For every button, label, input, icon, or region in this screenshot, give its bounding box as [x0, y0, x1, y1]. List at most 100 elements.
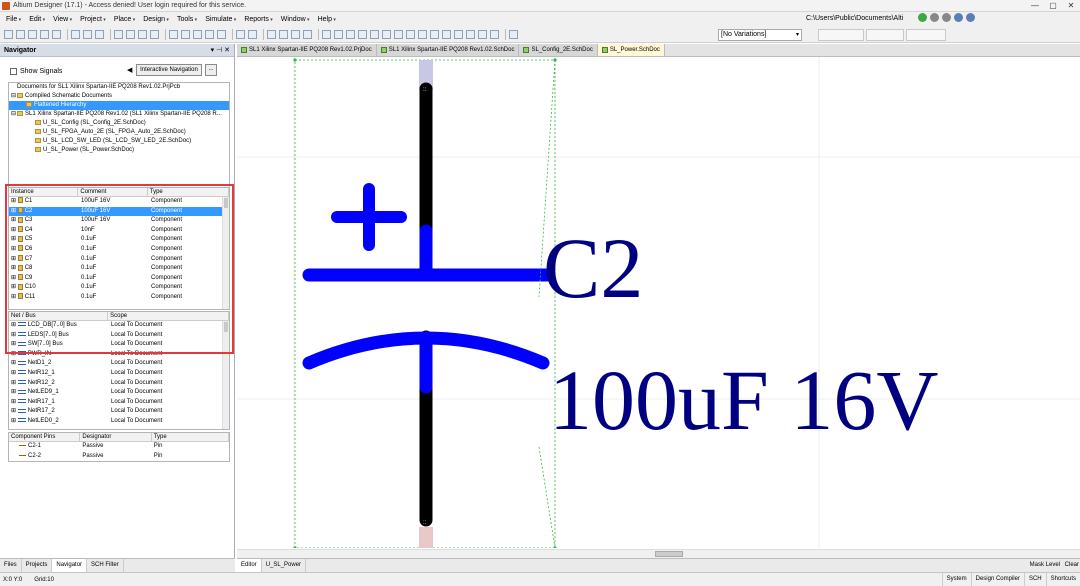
schematic-drawing[interactable]: :: :: C2 100uF 16V: [237, 57, 1080, 548]
status-design-compiler[interactable]: Design Compiler: [970, 573, 1024, 586]
net-scrollbar[interactable]: [222, 321, 229, 429]
table-row[interactable]: ⊞ NetR12_1 Local To Document: [9, 369, 229, 379]
deselect-icon[interactable]: [205, 30, 214, 39]
harness-entry-icon[interactable]: [466, 30, 475, 39]
port-icon[interactable]: [478, 30, 487, 39]
col-component-pins[interactable]: Component Pins: [9, 433, 81, 441]
home-icon[interactable]: [954, 13, 963, 22]
document-path[interactable]: C:\Users\Public\Documents\Alti: [806, 13, 916, 25]
forward-icon[interactable]: [942, 13, 951, 22]
move-icon[interactable]: [181, 30, 190, 39]
gnd-port-icon[interactable]: [382, 30, 391, 39]
new-icon[interactable]: [4, 30, 13, 39]
expand-icon[interactable]: ⊞: [11, 408, 16, 414]
clear-filter-icon[interactable]: [217, 30, 226, 39]
zoom-area-icon[interactable]: [83, 30, 92, 39]
tree-item[interactable]: Flattened Hierarchy: [9, 101, 229, 110]
table-row[interactable]: ⊞ C6 0.1uF Component: [9, 245, 229, 255]
expand-icon[interactable]: ⊞: [11, 284, 16, 290]
expand-icon[interactable]: ⊞: [11, 418, 16, 424]
tab-power-schematic[interactable]: SL_Power.SchDoc: [597, 44, 665, 56]
tree-item[interactable]: ⊟ Compiled Schematic Documents: [9, 92, 229, 101]
selection-handle[interactable]: [293, 58, 297, 62]
bus-entry-icon[interactable]: [358, 30, 367, 39]
status-system[interactable]: System: [941, 573, 971, 586]
menu-simulate[interactable]: Simulate: [205, 16, 236, 23]
expand-icon[interactable]: ⊞: [11, 389, 16, 395]
tab-pcb-project[interactable]: SL1 Xilinx Spartan-IIE PQ208 Rev1.02.Prj…: [237, 44, 377, 56]
tab-config-schematic[interactable]: SL_Config_2E.SchDoc: [519, 44, 598, 56]
table-row[interactable]: ⊞ C1 100uF 16V Component: [9, 197, 229, 207]
tree-item[interactable]: U_SL_LCD_SW_LED (SL_LCD_SW_LED_2E.SchDoc…: [9, 137, 229, 146]
expand-icon[interactable]: ⊞: [11, 275, 16, 281]
table-row[interactable]: C2-2 Passive Pin: [9, 452, 229, 461]
open-icon[interactable]: [16, 30, 25, 39]
tab-navigator[interactable]: Navigator: [52, 559, 88, 572]
table-row[interactable]: ⊞ NetR17_1 Local To Document: [9, 398, 229, 408]
browse-library-icon[interactable]: [291, 30, 300, 39]
table-row[interactable]: ⊞ LEDS[7..0] Bus Local To Document: [9, 331, 229, 341]
tree-item[interactable]: U_SL_FPGA_Auto_2E (SL_FPGA_Auto_2E.SchDo…: [9, 128, 229, 137]
bus-icon[interactable]: [334, 30, 343, 39]
expand-icon[interactable]: ⊞: [11, 370, 16, 376]
rubber-stamp-icon[interactable]: [150, 30, 159, 39]
toolbar-combo-1[interactable]: [818, 29, 864, 41]
status-shortcuts[interactable]: Shortcuts: [1045, 573, 1080, 586]
paste-icon[interactable]: [138, 30, 147, 39]
col-pin-type[interactable]: Type: [152, 433, 229, 441]
expand-icon[interactable]: ⊞: [11, 246, 16, 252]
table-row[interactable]: ⊞ SW[7..0] Bus Local To Document: [9, 340, 229, 350]
expand-icon[interactable]: ⊞: [11, 360, 16, 366]
toolbar-combo-3[interactable]: [906, 29, 946, 41]
print-icon[interactable]: [40, 30, 49, 39]
menu-view[interactable]: View: [53, 16, 72, 23]
tree-item[interactable]: U_SL_Config (SL_Config_2E.SchDoc): [9, 119, 229, 128]
col-comment[interactable]: Comment: [78, 188, 148, 196]
undo-icon[interactable]: [236, 30, 245, 39]
table-row[interactable]: ⊞ C7 0.1uF Component: [9, 254, 229, 265]
redo-icon[interactable]: [248, 30, 257, 39]
table-row[interactable]: ⊞ PWR_IN Local To Document: [9, 350, 229, 360]
col-net-bus[interactable]: Net / Bus: [9, 312, 109, 320]
expand-icon[interactable]: ⊞: [11, 236, 16, 242]
panel-pin-icon[interactable]: ▾ ⊣ ✕: [211, 44, 230, 57]
tab-top-schematic[interactable]: SL1 Xilinx Spartan-IIE PQ208 Rev1.02.Sch…: [376, 44, 520, 56]
no-erc-icon[interactable]: [490, 30, 499, 39]
back-icon[interactable]: [930, 13, 939, 22]
toolbar-combo-2[interactable]: [866, 29, 904, 41]
tree-item[interactable]: ⊟ SL1 Xilinx Spartan-IIE PQ208 Rev1.02 (S…: [9, 110, 229, 119]
cross-probe-icon[interactable]: [279, 30, 288, 39]
expand-icon[interactable]: ⊞: [11, 256, 16, 262]
designator-label[interactable]: C2: [543, 220, 643, 316]
interactive-navigation-button[interactable]: Interactive Navigation: [136, 64, 202, 76]
expand-icon[interactable]: ⊞: [11, 399, 16, 405]
table-row[interactable]: ⊞ C5 0.1uF Component: [9, 235, 229, 245]
menu-help[interactable]: Help: [318, 16, 336, 23]
place-part-icon[interactable]: [303, 30, 312, 39]
tab-editor[interactable]: Editor: [237, 559, 262, 572]
table-row[interactable]: ⊞ NetLED0_2 Local To Document: [9, 417, 229, 427]
schematic-canvas[interactable]: :: :: C2 100uF 16V: [237, 57, 1080, 548]
zoom-fit-icon[interactable]: [71, 30, 80, 39]
tree-item[interactable]: Documents for SL1 Xilinx Spartan-IIE PQ2…: [9, 83, 229, 92]
table-row[interactable]: ⊞ LCD_DB[7..0] Bus Local To Document: [9, 321, 229, 331]
table-row[interactable]: ⊞ C4 10nF Component: [9, 226, 229, 236]
menu-project[interactable]: Project: [80, 16, 106, 23]
tab-projects[interactable]: Projects: [22, 559, 53, 572]
navigation-options-button[interactable]: ...: [205, 64, 217, 76]
tab-u-sl-power[interactable]: U_SL_Power: [262, 559, 307, 572]
favorites-icon[interactable]: [966, 13, 975, 22]
instance-scrollbar[interactable]: [222, 197, 229, 309]
expand-icon[interactable]: ⊞: [11, 351, 16, 357]
vcc-port-icon[interactable]: [394, 30, 403, 39]
table-row[interactable]: ⊞ C3 100uF 16V Component: [9, 216, 229, 226]
col-designator[interactable]: Designator: [80, 433, 152, 441]
expand-icon[interactable]: ⊞: [11, 227, 16, 233]
expand-icon[interactable]: ⊞: [11, 380, 16, 386]
tree-item[interactable]: U_SL_Power (SL_Power.SchDoc): [9, 146, 229, 155]
hierarchy-icon[interactable]: [267, 30, 276, 39]
scroll-thumb[interactable]: [655, 551, 683, 557]
cut-icon[interactable]: [114, 30, 123, 39]
go-icon[interactable]: [918, 13, 927, 22]
show-signals-checkbox[interactable]: [10, 67, 17, 75]
